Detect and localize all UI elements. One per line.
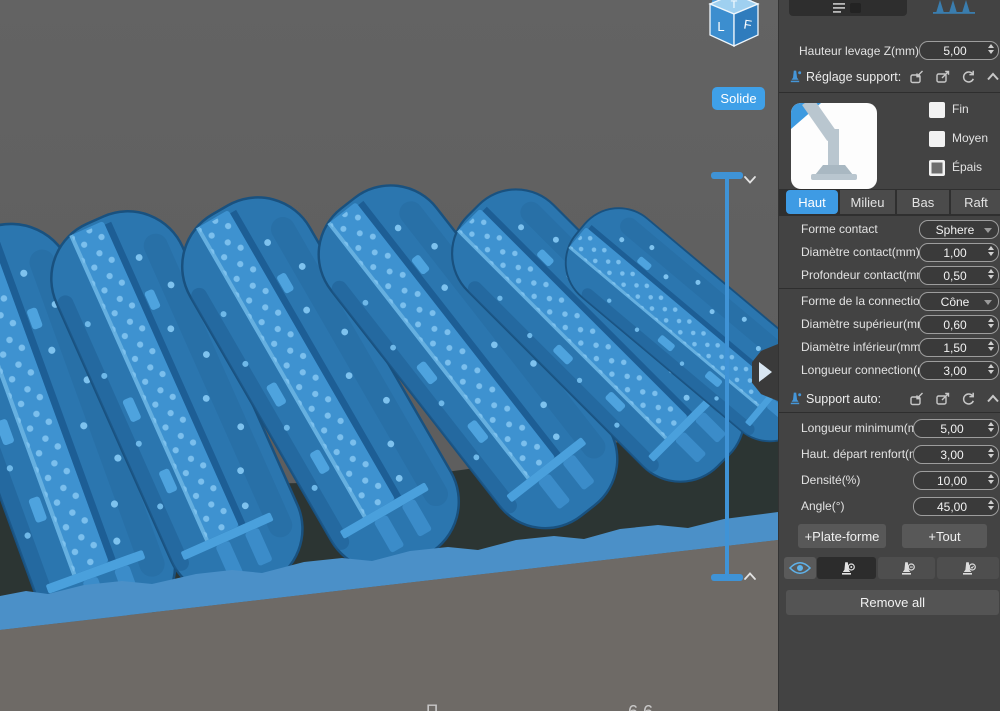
import-settings-icon[interactable] [909,391,925,407]
export-settings-icon[interactable] [935,69,951,85]
add-support-tool-button[interactable] [817,557,876,579]
support-settings-panel: Hauteur levage Z(mm) 5,00 Réglage suppor… [778,0,1000,711]
diametre-inferieur-label: Diamètre inférieur(mm) [801,338,924,357]
reset-settings-icon[interactable] [960,69,976,85]
angle-input[interactable]: 45,00 [913,497,999,516]
panel-top-tab[interactable] [789,0,907,16]
cube-face-top-label: T [731,0,738,11]
tab-haut[interactable]: Haut [786,190,838,214]
spinner-arrows[interactable] [988,341,994,351]
lift-height-label: Hauteur levage Z(mm) [799,42,919,61]
export-settings-icon[interactable] [935,391,951,407]
auto-support-section-icon [788,391,802,406]
checkbox-row-moyen[interactable]: Moyen [929,129,988,148]
angle-label: Angle(°) [801,497,844,516]
tab-milieu[interactable]: Milieu [840,190,895,214]
spinner-arrows[interactable] [988,318,994,328]
spinner-arrows[interactable] [988,500,994,510]
supports-icon[interactable] [931,0,977,14]
z-slider-track[interactable] [725,176,729,578]
tab-bas[interactable]: Bas [897,190,949,214]
haut-depart-renfort-input[interactable]: 3,00 [913,445,999,464]
spinner-arrows[interactable] [988,269,994,279]
diametre-superieur-label: Diamètre supérieur(mm) [801,315,931,334]
clipped-toolbar-glyph: 6 6 [628,702,653,711]
chevron-down-icon[interactable] [742,172,758,188]
longueur-connection-input[interactable]: 3,00 [919,361,999,380]
spinner-arrows[interactable] [988,474,994,484]
support-section-icon [788,69,802,84]
settings-list-icon [833,2,863,14]
app-window: Π 6 6 T L F Solide [0,0,1000,711]
support-remove-icon [899,561,915,576]
support-add-icon [839,561,855,576]
viewport-canvas[interactable]: Π 6 6 [0,0,778,711]
checkbox-row-fin[interactable]: Fin [929,100,969,119]
spinner-arrows[interactable] [988,422,994,432]
epais-checkbox[interactable] [929,160,945,176]
forme-contact-label: Forme contact [801,220,878,239]
auto-support-section-title: Support auto: [806,391,881,407]
tab-raft[interactable]: Raft [951,190,1000,214]
dropdown-caret-icon [984,228,992,233]
toggle-supports-visibility-button[interactable] [784,557,816,579]
spinner-arrows[interactable] [988,448,994,458]
epais-label: Épais [952,158,982,177]
collapse-section-icon[interactable] [985,391,1000,407]
densite-label: Densité(%) [801,471,860,490]
divider [779,92,1000,93]
eye-icon [789,561,811,575]
dropdown-caret-icon [984,300,992,305]
import-settings-icon[interactable] [909,69,925,85]
fin-label: Fin [952,100,969,119]
clipped-toolbar-glyph: Π [426,701,438,711]
support-preview-image [791,103,877,189]
support-edit-icon [960,561,976,576]
cube-face-left-label: L [717,19,724,34]
forme-connection-select[interactable]: Cône [919,292,999,311]
reset-settings-icon[interactable] [960,391,976,407]
remove-all-supports-button[interactable]: Remove all [786,590,999,615]
spinner-arrows[interactable] [988,364,994,374]
moyen-label: Moyen [952,129,988,148]
longueur-minimum-input[interactable]: 5,00 [913,419,999,438]
fin-checkbox[interactable] [929,102,945,118]
add-platform-supports-button[interactable]: +Plate-forme [798,524,886,548]
z-slider-bottom-handle[interactable] [711,574,743,581]
add-all-supports-button[interactable]: +Tout [902,524,987,548]
spinner-arrows[interactable] [988,246,994,256]
diametre-contact-label: Diamètre contact(mm) [801,243,920,262]
solide-render-mode-button[interactable]: Solide [712,87,765,110]
collapse-arrow-icon [759,362,772,382]
forme-connection-label: Forme de la connection [801,292,926,311]
diametre-inferieur-input[interactable]: 1,50 [919,338,999,357]
spinner-arrows[interactable] [988,44,994,54]
diametre-superieur-input[interactable]: 0,60 [919,315,999,334]
divider [779,412,1000,413]
collapse-section-icon[interactable] [985,69,1000,85]
chevron-up-icon[interactable] [742,568,758,584]
z-slider-top-handle[interactable] [711,172,743,179]
profondeur-contact-input[interactable]: 0,50 [919,266,999,285]
forme-contact-select[interactable]: Sphere [919,220,999,239]
view-cube[interactable]: T L F [704,0,764,54]
checkbox-row-epais[interactable]: Épais [929,158,982,177]
edit-support-tool-button[interactable] [937,557,999,579]
moyen-checkbox[interactable] [929,131,945,147]
lift-height-input[interactable]: 5,00 [919,41,999,60]
diametre-contact-input[interactable]: 1,00 [919,243,999,262]
profondeur-contact-label: Profondeur contact(mm) [801,266,930,285]
support-section-title: Réglage support: [806,69,901,85]
densite-input[interactable]: 10,00 [913,471,999,490]
remove-support-tool-button[interactable] [878,557,935,579]
divider [779,288,1000,289]
